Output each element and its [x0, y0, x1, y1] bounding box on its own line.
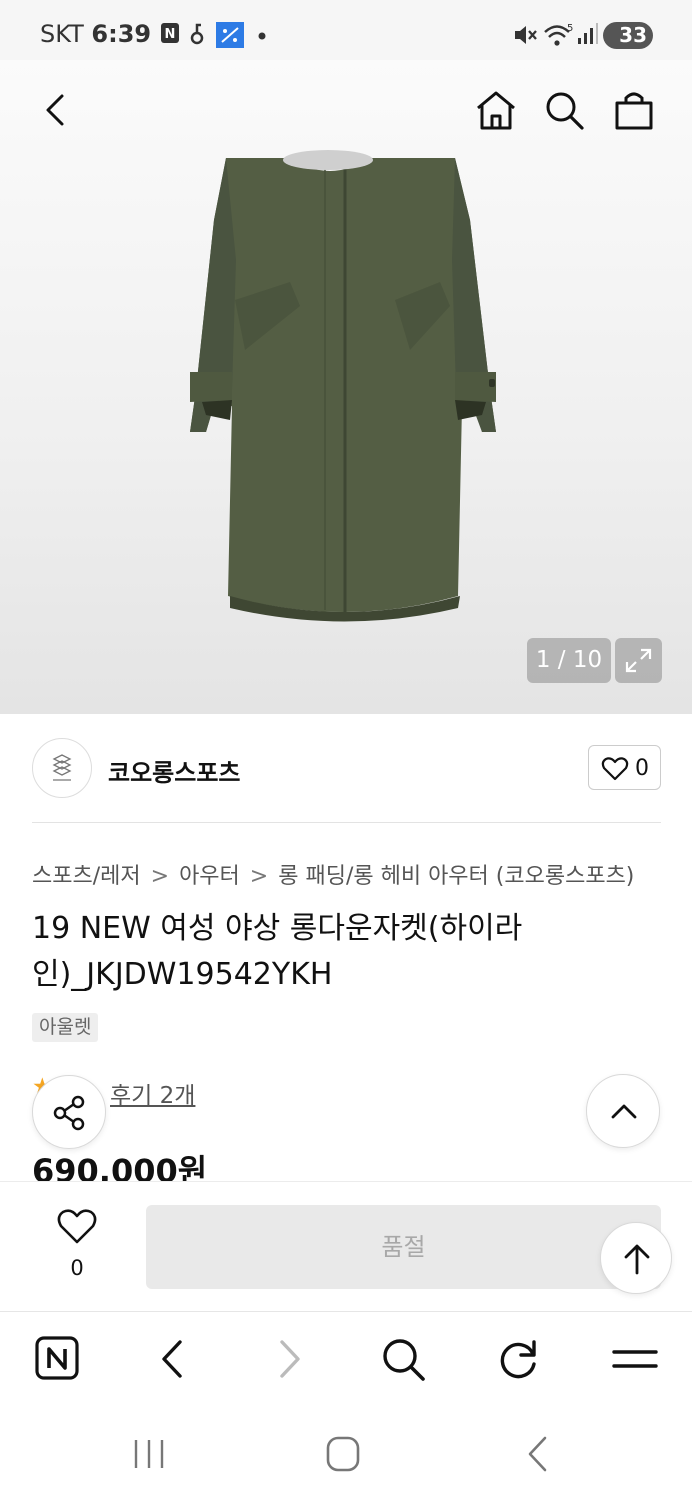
recent-apps-icon	[134, 1440, 164, 1468]
back-arrow-icon	[528, 1436, 547, 1472]
search-icon	[546, 92, 584, 130]
wifi-icon: 5	[544, 23, 573, 46]
recent-apps-button[interactable]	[124, 1432, 174, 1476]
mute-icon	[515, 26, 537, 44]
chevron-right-icon: >	[150, 864, 170, 889]
wishlist-button[interactable]: 0	[52, 1208, 102, 1288]
cart-button[interactable]	[612, 88, 656, 132]
outlet-tag: 아울렛	[32, 1013, 99, 1042]
back-nav-button[interactable]	[512, 1432, 562, 1476]
status-bar: SKT 6:39 N 5 33	[0, 0, 692, 60]
chevron-left-icon	[46, 94, 64, 126]
search-button[interactable]	[542, 88, 586, 132]
share-button[interactable]	[32, 1075, 106, 1149]
seller-logo[interactable]	[32, 738, 92, 798]
battery-indicator: 33	[603, 22, 653, 49]
breadcrumb-item-outer[interactable]: 아우터	[179, 864, 240, 889]
share-icon	[53, 1095, 85, 1131]
naver-icon	[35, 1336, 79, 1380]
home-nav-button[interactable]	[318, 1432, 368, 1476]
chevron-left-icon	[162, 1340, 182, 1378]
wishlist-count: 0	[70, 1256, 84, 1280]
expand-image-button[interactable]	[615, 638, 662, 683]
browser-toolbar	[0, 1311, 692, 1408]
back-button[interactable]	[34, 88, 78, 132]
collapse-button[interactable]	[586, 1074, 660, 1148]
browser-menu-button[interactable]	[610, 1334, 660, 1384]
browser-refresh-button[interactable]	[494, 1334, 544, 1384]
breadcrumb-item-sports[interactable]: 스포츠/레저	[32, 864, 141, 889]
svg-text:5: 5	[567, 23, 573, 34]
home-icon	[477, 91, 515, 130]
seller-like-count: 0	[635, 756, 649, 781]
heart-icon	[57, 1209, 97, 1244]
browser-back-button[interactable]	[148, 1334, 198, 1384]
shopping-bag-icon	[615, 92, 653, 130]
heart-icon	[601, 757, 629, 781]
review-link[interactable]: 후기 2개	[110, 1076, 195, 1110]
soldout-button: 품절	[146, 1205, 661, 1289]
refresh-icon	[500, 1340, 536, 1379]
product-image	[190, 150, 496, 622]
purchase-bar: 0 품절	[0, 1181, 692, 1311]
breadcrumb-item-long-padding[interactable]: 롱 패딩/롱 헤비 아우터 (코오롱스포츠)	[278, 864, 634, 889]
carrier-label: SKT	[40, 20, 84, 48]
carrier-time: SKT 6:39	[40, 20, 151, 48]
naver-home-button[interactable]	[33, 1334, 83, 1384]
chevron-right-icon: >	[249, 864, 269, 889]
home-circle-icon	[326, 1436, 360, 1472]
divider	[32, 822, 661, 823]
more-notifications-icon	[258, 32, 266, 40]
scroll-top-button[interactable]	[600, 1222, 672, 1294]
breadcrumb: 스포츠/레저 > 아우터 > 롱 패딩/롱 헤비 아우터 (코오롱스포츠)	[32, 858, 634, 890]
browser-forward-button[interactable]	[264, 1334, 314, 1384]
menu-icon	[612, 1350, 658, 1368]
browser-search-button[interactable]	[378, 1334, 428, 1384]
notification-icon	[190, 23, 204, 45]
arrow-up-icon	[624, 1244, 650, 1275]
app-notification-icon	[216, 22, 244, 48]
expand-icon	[625, 648, 652, 673]
seller-name[interactable]: 코오롱스포츠	[108, 753, 240, 788]
system-navigation-bar	[0, 1408, 692, 1500]
product-gallery[interactable]: 1 / 10	[0, 60, 692, 714]
clock: 6:39	[91, 20, 152, 48]
chevron-right-icon	[280, 1340, 300, 1378]
svg-text:N: N	[165, 27, 176, 42]
kolon-sport-logo	[52, 754, 72, 781]
naver-notification-icon: N	[161, 23, 179, 43]
image-counter: 1 / 10	[527, 638, 611, 683]
product-title: 19 NEW 여성 야상 롱다운자켓(하이라인)_JKJDW19542YKH	[32, 911, 523, 992]
chevron-up-icon	[611, 1104, 637, 1119]
search-icon	[383, 1339, 425, 1381]
signal-icon	[578, 23, 598, 44]
seller-like-button[interactable]: 0	[588, 745, 661, 790]
home-button[interactable]	[474, 88, 518, 132]
